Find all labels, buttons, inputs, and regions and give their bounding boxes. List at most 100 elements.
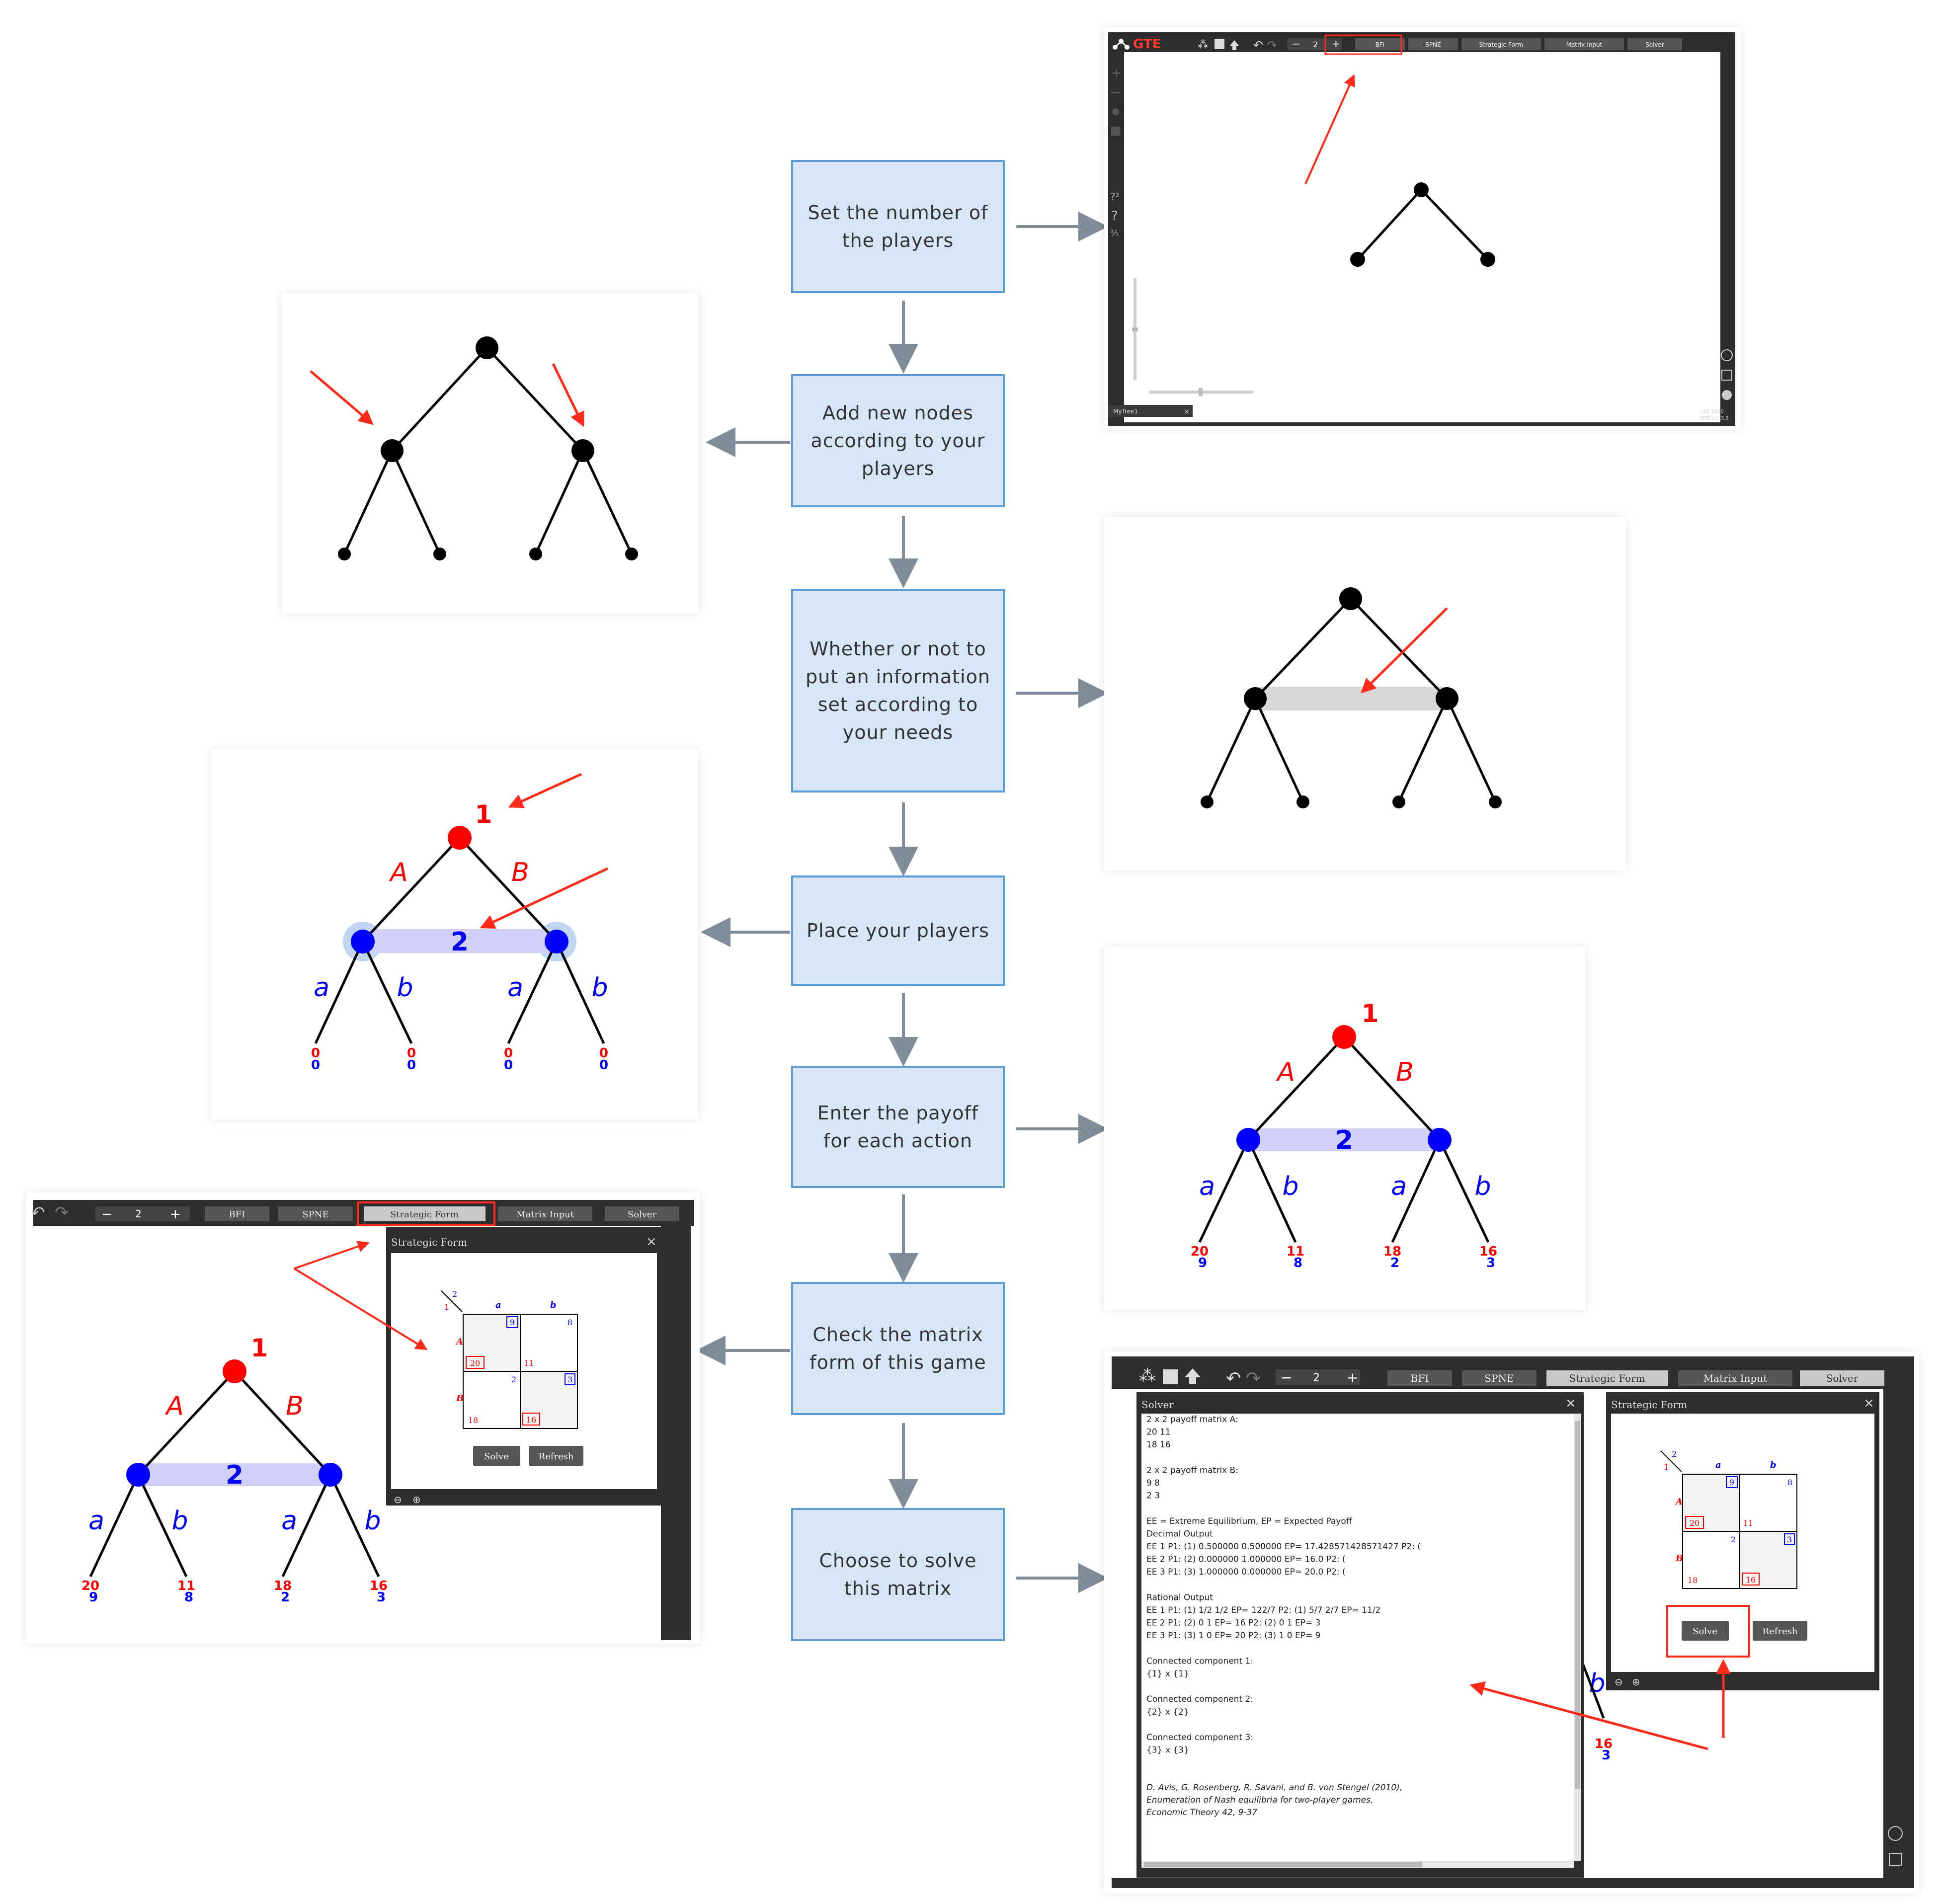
solver-line: EE 2 P1: (2) 0.000000 1.000000 EP= 16.0 … [1146,1555,1346,1565]
zoom-out-icon[interactable]: ⊖ [1615,1676,1623,1688]
leaf-node[interactable] [433,548,446,560]
tree-icon[interactable]: ⁂ [1139,1366,1156,1386]
plus-button[interactable]: + [1332,38,1340,50]
remove-icon[interactable] [1111,92,1120,93]
horizontal-scrollbar[interactable] [1144,1862,1422,1867]
player1-node[interactable] [448,826,472,850]
close-icon[interactable]: × [1184,408,1190,416]
player-count: 2 [1313,1372,1320,1384]
cell-p2-payoff: 9 [1729,1478,1734,1487]
action-label: a [1199,1172,1215,1201]
player1-node[interactable] [223,1359,246,1383]
cell-p2-payoff: 8 [1787,1478,1792,1487]
leaf-node[interactable] [1489,795,1502,808]
payoff-p2: 9 [89,1590,98,1605]
redo-icon[interactable]: ↷ [1246,1368,1261,1389]
player-icon[interactable] [1112,108,1119,115]
player2-node[interactable] [126,1463,150,1487]
player2-label: 2 [226,1460,243,1490]
tab-matrix-input-label: Matrix Input [1703,1372,1768,1384]
info-set-node[interactable] [1436,687,1458,710]
annotation-arrow [552,363,584,427]
tree-icon[interactable]: ⁂ [1198,39,1209,51]
information-set-bar[interactable] [1255,687,1446,711]
auto-icon[interactable]: ?² [1110,191,1120,203]
grid-icon[interactable] [1111,127,1120,136]
add-icon[interactable]: + [1111,66,1122,80]
scroll-panel [661,1226,691,1640]
leaf-node[interactable] [1392,795,1405,808]
root-node[interactable] [1339,587,1362,610]
save-icon[interactable] [1163,1369,1178,1384]
tree-leaf-node[interactable] [1350,252,1365,267]
undo-icon[interactable]: ↶ [1226,1368,1241,1389]
tab-spne-label: SPNE [302,1209,328,1220]
leaf-node[interactable] [338,548,351,560]
leaf-node[interactable] [529,548,542,560]
player2-node[interactable] [351,930,375,953]
action-label: B [1396,1057,1414,1087]
player2-node[interactable] [1428,1128,1452,1152]
action-label: a [314,973,329,1003]
root-node[interactable] [476,336,498,359]
plus-button[interactable]: + [1347,1369,1358,1386]
leaf-node[interactable] [625,548,638,560]
matrix-col-label: b [1770,1460,1777,1470]
plus-button[interactable]: + [170,1207,181,1222]
player2-node[interactable] [545,930,568,953]
tab-bfi-label: BFI [1411,1372,1429,1384]
zoom-in-icon[interactable]: ⊕ [412,1494,421,1506]
settings-icon[interactable] [1722,390,1732,400]
solver-scrollbar-thumb[interactable] [1575,1421,1580,1789]
zoom-out-icon[interactable]: ⊖ [394,1494,402,1506]
save-icon[interactable] [1214,39,1224,49]
action-label: b [591,973,608,1003]
solver-line: EE 3 P1: (3) 1 0 EP= 20 P2: (3) 1 0 EP= … [1146,1631,1320,1641]
player2-node[interactable] [1236,1128,1260,1152]
gte-logo: GTE [1133,37,1161,52]
tree-leaf-node[interactable] [1480,252,1495,267]
close-icon[interactable]: × [646,1234,657,1249]
solver-line: Connected component 2: [1146,1694,1253,1704]
step-add-nodes: Add new nodes according to your players [791,374,1005,507]
info-set-node[interactable] [1244,687,1267,710]
leaf-node[interactable] [1201,795,1214,808]
player2-node[interactable] [319,1463,342,1487]
minus-button[interactable]: − [1281,1369,1292,1386]
player1-node[interactable] [1332,1025,1356,1049]
step-place-players: Place your players [791,875,1005,986]
action-label: b [1282,1172,1298,1201]
solver-line: 9 8 [1146,1478,1160,1488]
minus-button[interactable]: − [101,1207,112,1222]
minus-button[interactable]: − [1292,38,1300,50]
payoff-p2: 2 [281,1590,290,1605]
matrix-col-label: b [550,1300,557,1310]
redo-icon[interactable]: ↷ [55,1203,69,1223]
action-label: B [286,1391,304,1421]
zoom-in-icon[interactable]: ⊕ [1632,1676,1640,1688]
redo-icon[interactable]: ↷ [1267,38,1277,52]
tab-strategic-form-label: Strategic Form [390,1209,459,1220]
payoff-p2: 2 [1390,1256,1399,1270]
new-node[interactable] [381,439,404,462]
close-icon[interactable]: × [1863,1396,1874,1411]
new-node[interactable] [571,439,594,462]
flow-diagram: Set the number of the players Add new no… [0,0,1943,1904]
question-icon[interactable]: ? [1111,209,1118,224]
solve-button-label: Solve [1693,1626,1717,1637]
payoff-p2: 0 [599,1058,608,1073]
solver-line: EE 2 P1: (2) 0 1 EP= 16 P2: (2) 0 1 EP= … [1146,1618,1320,1628]
close-icon[interactable]: × [1565,1396,1576,1411]
undo-icon[interactable]: ↶ [1253,38,1263,52]
leaf-node[interactable] [1296,795,1309,808]
fraction-icon[interactable]: ³⁄₅ [1110,228,1119,238]
action-label: A [389,858,408,887]
tree-root-node[interactable] [1414,182,1429,197]
zoom-slider-handle[interactable] [1132,327,1138,331]
panel-enter-payoffs: 1 2 A B a b a b 20 9 11 8 18 2 16 3 [1104,947,1585,1310]
horizontal-slider-handle[interactable] [1199,388,1203,396]
action-label: a [1391,1172,1407,1201]
undo-icon[interactable]: ↶ [31,1203,45,1223]
tab-bfi-label: BFI [229,1209,245,1220]
payoff-p2: 3 [377,1590,386,1605]
